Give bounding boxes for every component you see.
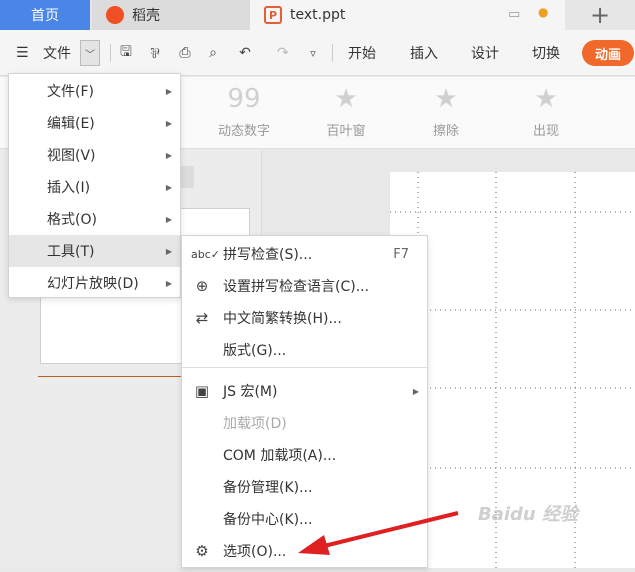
ribbon-tab-transition[interactable]: 切换 bbox=[532, 38, 560, 68]
menu-separator bbox=[182, 367, 427, 368]
new-tab-button[interactable]: + bbox=[565, 0, 635, 30]
macro-icon: ▣ bbox=[194, 382, 210, 400]
menu-item-format[interactable]: 格式(O) ▶ bbox=[9, 203, 180, 235]
effect-appear[interactable]: ★ 出现 bbox=[506, 77, 586, 149]
effect-label: 出现 bbox=[532, 124, 559, 139]
submenu-item-label: 选项(O)... bbox=[223, 544, 287, 560]
submenu-arrow-icon: ▶ bbox=[165, 182, 172, 192]
print-icon[interactable]: ⎙ bbox=[172, 40, 198, 66]
submenu-arrow-icon: ▶ bbox=[165, 86, 172, 96]
submenu-item-label: 版式(G)... bbox=[223, 343, 287, 359]
menu-item-label: 文件(F) bbox=[47, 84, 94, 100]
monitor-icon[interactable]: ▭ bbox=[508, 7, 520, 22]
tab-daoke[interactable]: 稻壳 bbox=[92, 0, 250, 30]
daoke-logo-icon bbox=[106, 6, 124, 24]
menu-item-label: 幻灯片放映(D) bbox=[47, 276, 139, 292]
submenu-item-addins: 加载项(D) bbox=[182, 407, 427, 439]
format-painter-icon[interactable]: ⅌ bbox=[142, 40, 168, 66]
blinds-star-icon: ★ bbox=[334, 84, 358, 114]
ribbon-tab-insert[interactable]: 插入 bbox=[410, 38, 438, 68]
ribbon-tab-design[interactable]: 设计 bbox=[471, 38, 499, 68]
main-menu: 文件(F) ▶ 编辑(E) ▶ 视图(V) ▶ 插入(I) ▶ 格式(O) ▶ 工具(T)… bbox=[8, 73, 181, 298]
submenu-arrow-icon: ▶ bbox=[165, 150, 172, 160]
more-dropdown-icon[interactable]: ▿ bbox=[300, 40, 326, 66]
menu-item-view[interactable]: 视图(V) ▶ bbox=[9, 139, 180, 171]
menu-item-label: 插入(I) bbox=[47, 180, 91, 196]
effect-label: 擦除 bbox=[432, 124, 459, 139]
submenu-item-com-addins[interactable]: COM 加载项(A)... bbox=[182, 439, 427, 471]
annotation-arrow bbox=[298, 511, 459, 555]
submenu-item-label: 备份管理(K)... bbox=[223, 480, 313, 496]
submenu-item-spell-language[interactable]: ⊕ 设置拼写检查语言(C)... bbox=[182, 270, 427, 302]
submenu-item-label: JS 宏(M) bbox=[223, 384, 278, 400]
submenu-arrow-icon: ▶ bbox=[165, 118, 172, 128]
convert-icon: ⇄ bbox=[195, 309, 209, 327]
submenu-item-js-macro[interactable]: ▣ JS 宏(M) ▶ bbox=[182, 375, 427, 407]
ribbon-tab-animation[interactable]: 动画 bbox=[582, 40, 634, 66]
presentation-file-icon: P bbox=[264, 6, 282, 24]
menu-item-label: 格式(O) bbox=[47, 212, 97, 228]
menu-item-slideshow[interactable]: 幻灯片放映(D) ▶ bbox=[9, 267, 180, 299]
tab-daoke-label: 稻壳 bbox=[132, 8, 160, 24]
menu-item-edit[interactable]: 编辑(E) ▶ bbox=[9, 107, 180, 139]
submenu-item-label: 设置拼写检查语言(C)... bbox=[223, 279, 370, 295]
effect-label: 百叶窗 bbox=[326, 124, 366, 139]
submenu-item-label: 中文简繁转换(H)... bbox=[223, 311, 342, 327]
spellcheck-icon: abc✓ bbox=[191, 247, 220, 261]
submenu-item-layout[interactable]: 版式(G)... bbox=[182, 334, 427, 366]
submenu-item-chinese-convert[interactable]: ⇄ 中文简繁转换(H)... bbox=[182, 302, 427, 334]
effect-dynamic-number[interactable]: 99 动态数字 bbox=[204, 77, 284, 149]
tab-document[interactable]: P text.ppt ▭ ● bbox=[250, 0, 565, 30]
divider bbox=[332, 44, 333, 62]
submenu-arrow-icon: ▶ bbox=[412, 386, 419, 396]
language-icon: ⊕ bbox=[195, 277, 209, 295]
shortcut-label: F7 bbox=[393, 246, 409, 262]
save-icon[interactable]: 🖫 bbox=[113, 40, 139, 66]
file-menu-button[interactable]: 文件 bbox=[43, 38, 71, 68]
appear-star-icon: ★ bbox=[534, 84, 558, 114]
menu-item-label: 视图(V) bbox=[47, 148, 96, 164]
menu-item-tools[interactable]: 工具(T) ▶ bbox=[9, 235, 180, 267]
gear-icon: ⚙ bbox=[195, 542, 209, 560]
tab-document-label: text.ppt bbox=[290, 7, 346, 23]
undo-icon[interactable]: ↶ bbox=[232, 40, 258, 66]
menu-item-file[interactable]: 文件(F) ▶ bbox=[9, 75, 180, 107]
wipe-star-icon: ★ bbox=[434, 84, 458, 114]
watermark-logo: Baidu 经验 bbox=[478, 504, 579, 525]
submenu-arrow-icon: ▶ bbox=[165, 278, 172, 288]
submenu-item-label: COM 加载项(A)... bbox=[223, 448, 337, 464]
submenu-arrow-icon: ▶ bbox=[165, 246, 172, 256]
chevron-down-icon[interactable]: ﹀ bbox=[80, 40, 100, 66]
dynamic-number-icon: 99 bbox=[227, 84, 261, 114]
divider bbox=[110, 44, 111, 62]
submenu-arrow-icon: ▶ bbox=[165, 214, 172, 224]
submenu-item-spellcheck[interactable]: abc✓ 拼写检查(S)... F7 bbox=[182, 238, 427, 270]
redo-icon[interactable]: ↷ bbox=[270, 40, 296, 66]
effect-wipe[interactable]: ★ 擦除 bbox=[406, 77, 486, 149]
hamburger-icon[interactable]: ☰ bbox=[16, 38, 29, 68]
menu-item-insert[interactable]: 插入(I) ▶ bbox=[9, 171, 180, 203]
submenu-item-label: 加载项(D) bbox=[223, 416, 287, 432]
submenu-item-label: 拼写检查(S)... bbox=[223, 247, 313, 263]
tab-home[interactable]: 首页 bbox=[0, 0, 90, 30]
ribbon-tab-start[interactable]: 开始 bbox=[348, 38, 376, 68]
print-preview-icon[interactable]: ⌕ bbox=[200, 40, 226, 66]
effect-label: 动态数字 bbox=[217, 124, 270, 139]
menu-item-label: 工具(T) bbox=[47, 244, 95, 260]
effect-blinds[interactable]: ★ 百叶窗 bbox=[306, 77, 386, 149]
status-dot-icon: ● bbox=[538, 5, 549, 19]
menu-item-label: 编辑(E) bbox=[47, 116, 95, 132]
submenu-item-backup-manage[interactable]: 备份管理(K)... bbox=[182, 471, 427, 503]
